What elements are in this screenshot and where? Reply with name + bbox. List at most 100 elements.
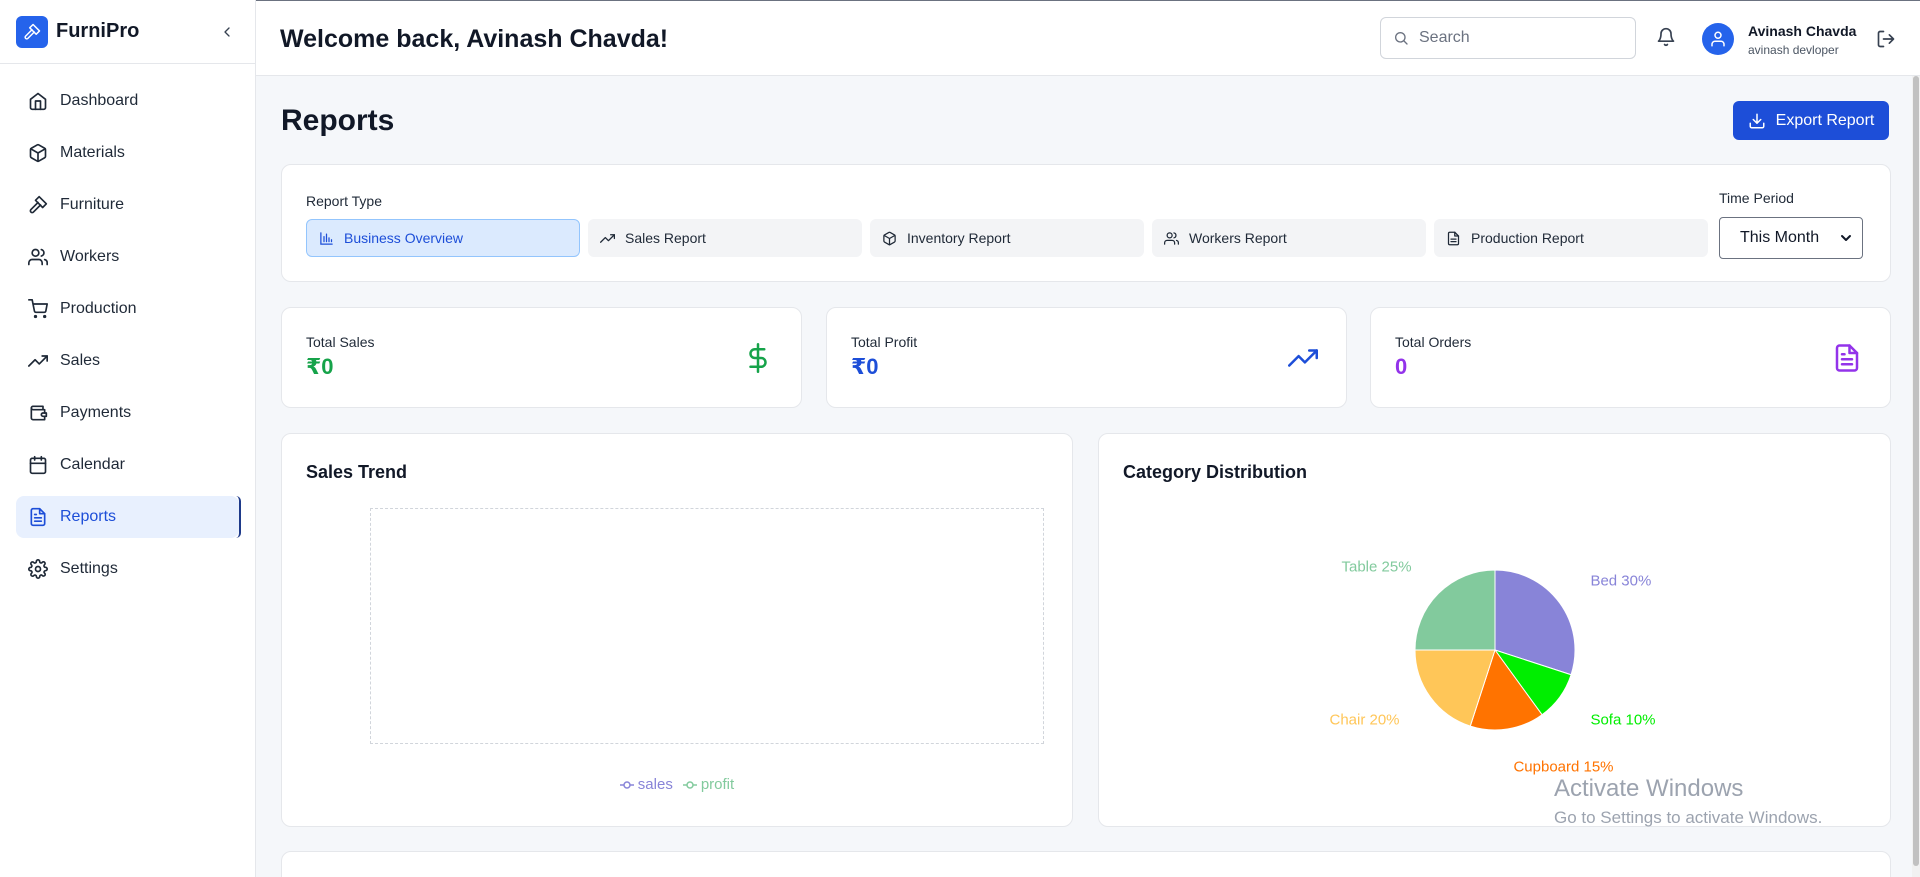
sidebar: FurniPro Dashboard Materials Furniture W… xyxy=(0,0,256,877)
main-content: Reports Export Report Report Type Busine… xyxy=(256,76,1920,877)
sidebar-item-settings[interactable]: Settings xyxy=(16,548,239,590)
time-period-select[interactable]: This Month xyxy=(1719,217,1863,259)
file-text-icon xyxy=(1447,231,1460,245)
hammer-icon xyxy=(29,195,48,214)
sidebar-item-reports[interactable]: Reports xyxy=(16,496,241,538)
stat-label: Total Sales xyxy=(306,334,375,350)
sidebar-item-production[interactable]: Production xyxy=(16,288,239,330)
users-icon xyxy=(28,248,48,266)
stat-label: Total Orders xyxy=(1395,334,1472,350)
stat-value: 0 xyxy=(1395,354,1408,379)
search-input[interactable] xyxy=(1419,29,1619,47)
windows-watermark-title: Activate Windows xyxy=(1554,775,1744,802)
chart-title: Sales Trend xyxy=(306,462,408,482)
sidebar-item-sales[interactable]: Sales xyxy=(16,340,239,382)
report-type-business-overview[interactable]: Business Overview xyxy=(306,219,580,257)
gear-icon xyxy=(28,559,48,579)
report-type-workers[interactable]: Workers Report xyxy=(1152,219,1426,257)
stat-card-total-sales: Total Sales ₹0 xyxy=(281,307,802,408)
topbar: Welcome back, Avinash Chavda! Avinash Ch… xyxy=(256,0,1920,76)
report-type-label: Report Type xyxy=(306,193,383,209)
legend-label: profit xyxy=(700,776,735,793)
sidebar-item-label: Payments xyxy=(60,404,132,421)
pie-label-sofa: Sofa 10% xyxy=(1590,711,1655,728)
report-type-production[interactable]: Production Report xyxy=(1434,219,1708,257)
sidebar-item-materials[interactable]: Materials xyxy=(16,132,239,174)
pie-label-cupboard: Cupboard 15% xyxy=(1513,759,1613,776)
scrollbar-thumb[interactable] xyxy=(1913,76,1919,866)
category-distribution-card: Category Distribution Bed 30% Sofa 10% Cup… xyxy=(1098,433,1891,827)
search-icon xyxy=(1395,32,1408,45)
chevron-left-icon[interactable] xyxy=(215,20,239,44)
report-type-sales[interactable]: Sales Report xyxy=(588,219,862,257)
stat-value: ₹0 xyxy=(306,354,334,379)
export-report-button[interactable]: Export Report xyxy=(1733,101,1889,140)
sidebar-item-label: Workers xyxy=(60,248,120,265)
file-text-icon xyxy=(30,507,46,527)
report-type-inventory[interactable]: Inventory Report xyxy=(870,219,1144,257)
export-report-label: Export Report xyxy=(1775,111,1875,129)
report-type-label: Workers Report xyxy=(1189,230,1287,246)
report-type-label: Inventory Report xyxy=(907,230,1011,246)
category-pie-chart: Bed 30% Sofa 10% Cupboard 15% Chair 20% Tabl… xyxy=(1329,559,1655,776)
time-period-label: Time Period xyxy=(1719,190,1794,206)
trending-up-icon xyxy=(28,355,48,367)
sales-trend-legend: sales profit xyxy=(282,776,1072,793)
sales-trend-card: Sales Trend sales profit xyxy=(281,433,1073,827)
windows-watermark-subtitle: Go to Settings to activate Windows. xyxy=(1554,808,1823,827)
welcome-message: Welcome back, Avinash Chavda! xyxy=(280,25,669,53)
line-marker-icon xyxy=(619,780,634,789)
chevron-down-icon xyxy=(1841,235,1851,241)
sidebar-item-calendar[interactable]: Calendar xyxy=(16,444,239,486)
pie-label-table: Table 25% xyxy=(1341,559,1411,576)
legend-item-sales[interactable]: sales xyxy=(619,776,673,793)
sidebar-item-dashboard[interactable]: Dashboard xyxy=(16,80,239,122)
logout-icon[interactable] xyxy=(1876,29,1896,49)
sidebar-item-workers[interactable]: Workers xyxy=(16,236,239,278)
legend-item-profit[interactable]: profit xyxy=(682,776,735,793)
file-text-icon xyxy=(1835,344,1859,372)
sidebar-item-label: Settings xyxy=(60,560,118,577)
trending-up-icon xyxy=(600,233,615,243)
hammer-logo-icon xyxy=(16,15,48,48)
trending-up-icon xyxy=(1288,349,1318,367)
report-type-label: Business Overview xyxy=(344,230,464,246)
sidebar-item-label: Materials xyxy=(60,144,125,161)
avatar[interactable] xyxy=(1702,23,1734,55)
sidebar-item-label: Reports xyxy=(60,508,117,525)
stat-card-total-orders: Total Orders 0 xyxy=(1370,307,1891,408)
stat-label: Total Profit xyxy=(851,334,918,350)
sidebar-item-label: Sales xyxy=(60,352,101,369)
pie-slice-table[interactable] xyxy=(1414,569,1496,651)
sidebar-item-label: Dashboard xyxy=(60,92,139,109)
user-role: avinash devloper xyxy=(1748,43,1839,57)
scrollbar[interactable] xyxy=(1912,76,1920,877)
sidebar-item-payments[interactable]: Payments xyxy=(16,392,239,434)
legend-label: sales xyxy=(637,776,673,793)
calendar-icon xyxy=(29,455,47,475)
user-name: Avinash Chavda xyxy=(1748,23,1857,39)
sidebar-item-furniture[interactable]: Furniture xyxy=(16,184,239,226)
pie-label-chair: Chair 20% xyxy=(1329,711,1399,728)
dollar-icon xyxy=(749,343,767,373)
sidebar-item-label: Furniture xyxy=(60,196,125,213)
time-period-value: This Month xyxy=(1740,229,1820,246)
report-filters: Report Type Business Overview Sales Repo… xyxy=(281,164,1891,282)
page-title: Reports xyxy=(281,104,395,137)
sidebar-nav: Dashboard Materials Furniture Workers Pr… xyxy=(0,64,255,616)
bar-chart-icon xyxy=(320,231,333,245)
cart-icon xyxy=(28,299,48,319)
user-icon xyxy=(1711,31,1725,47)
stat-card-total-profit: Total Profit ₹0 xyxy=(826,307,1347,408)
bell-icon[interactable] xyxy=(1656,27,1678,49)
box-icon xyxy=(29,143,47,163)
box-icon xyxy=(883,231,896,245)
sidebar-item-label: Production xyxy=(60,300,137,317)
wallet-icon xyxy=(30,405,48,421)
app-name: FurniPro xyxy=(56,20,140,42)
pie-label-bed: Bed 30% xyxy=(1590,573,1651,590)
report-type-label: Production Report xyxy=(1471,230,1584,246)
search-box[interactable] xyxy=(1380,17,1636,59)
home-icon xyxy=(29,92,47,111)
sidebar-item-label: Calendar xyxy=(60,456,125,473)
